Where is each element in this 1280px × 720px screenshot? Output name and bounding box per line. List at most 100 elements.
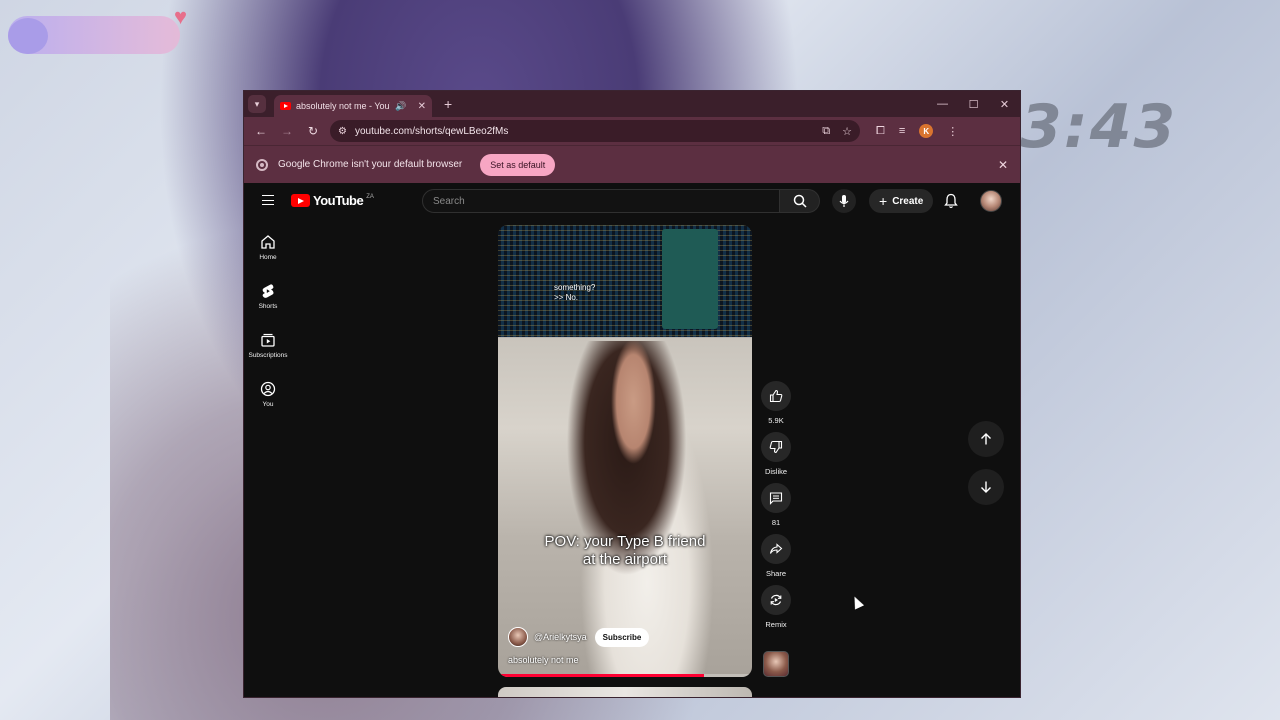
sound-thumbnail[interactable] — [763, 651, 789, 677]
profile-avatar[interactable]: K — [919, 124, 934, 138]
sidebar-item-you[interactable]: You — [244, 370, 292, 419]
arrow-up-icon — [981, 433, 991, 445]
address-bar[interactable]: ⚙ youtube.com/shorts/qewLBeo2fMs ⧉ ☆ — [330, 120, 860, 142]
share-label: Share — [765, 569, 786, 578]
short-title[interactable]: absolutely not me — [508, 655, 579, 665]
tab-title: absolutely not me - YouTube — [296, 101, 390, 111]
sidebar-item-label: Shorts — [258, 303, 278, 310]
comments-button[interactable] — [761, 483, 791, 513]
browser-window: ▾ absolutely not me - YouTube 🔊 ✕ + — ☐ … — [243, 90, 1021, 698]
youtube-logo[interactable]: YouTube ZA — [291, 193, 374, 208]
dislike-button[interactable] — [761, 432, 791, 462]
remix-icon — [770, 594, 782, 606]
omnibox-actions: ⧉ ☆ — [822, 125, 852, 138]
window-controls: — ☐ ✕ — [927, 91, 1020, 117]
media-controls-icon[interactable]: ≡ — [899, 125, 905, 137]
video-progress-fill — [498, 674, 704, 677]
sidebar: Home Shorts Subscriptions You — [244, 223, 292, 419]
tab-search-button[interactable]: ▾ — [248, 95, 266, 113]
home-icon — [261, 235, 275, 249]
forward-button[interactable]: → — [276, 120, 298, 142]
notifications-button[interactable] — [944, 193, 958, 214]
video-caption-line: POV: your Type B friend — [544, 533, 706, 550]
thumbs-down-icon — [769, 440, 783, 454]
channel-info: @Arielkytsya Subscribe — [508, 627, 650, 647]
extensions-icon[interactable]: ⧠ — [876, 125, 885, 138]
plus-icon: + — [879, 193, 888, 209]
chrome-icon — [256, 158, 268, 171]
youtube-logo-text: YouTube — [313, 193, 364, 208]
video-progress-bar[interactable] — [498, 674, 752, 677]
close-window-button[interactable]: ✕ — [989, 91, 1020, 117]
default-browser-infobar: Google Chrome isn't your default browser… — [244, 145, 1020, 183]
close-tab-icon[interactable]: ✕ — [418, 101, 426, 112]
create-button[interactable]: + Create — [869, 189, 934, 213]
channel-avatar[interactable] — [508, 627, 528, 647]
shorts-icon — [262, 284, 274, 298]
youtube-page: YouTube ZA + Create H — [244, 183, 1020, 697]
sidebar-item-shorts[interactable]: Shorts — [244, 272, 292, 321]
video-caption: POV: your Type B friend at the airport — [498, 533, 752, 569]
channel-name[interactable]: @Arielkytsya — [534, 632, 587, 642]
menu-kebab-icon[interactable]: ⋮ — [947, 125, 958, 138]
dislike-action: Dislike — [759, 432, 793, 476]
desktop-clock: 3:43 — [1020, 92, 1178, 162]
menu-icon[interactable] — [262, 195, 274, 205]
search-icon — [793, 194, 807, 208]
microphone-icon — [839, 195, 849, 207]
comment-count: 81 — [771, 518, 781, 527]
sidebar-item-label: Subscriptions — [248, 352, 288, 359]
video-top-subtitle-line: >> No. — [554, 293, 579, 302]
video-caption-line: at the airport — [582, 551, 668, 568]
short-actions: 5.9K Dislike 81 Share Remix — [759, 381, 793, 636]
back-button[interactable]: ← — [250, 120, 272, 142]
voice-search-button[interactable] — [832, 189, 856, 213]
video-frame-sign — [662, 229, 718, 329]
share-button[interactable] — [761, 534, 791, 564]
infobar-close-icon[interactable]: ✕ — [998, 158, 1008, 172]
bell-icon — [944, 193, 958, 209]
tab-active[interactable]: absolutely not me - YouTube 🔊 ✕ — [274, 95, 432, 117]
remix-label: Remix — [765, 620, 787, 629]
like-button[interactable] — [761, 381, 791, 411]
video-top-subtitle: something? >> No. — [554, 283, 595, 303]
youtube-header: YouTube ZA + Create — [244, 183, 1020, 219]
video-top-subtitle-line: something? — [554, 283, 596, 292]
reload-button[interactable]: ↻ — [302, 120, 324, 142]
create-label: Create — [892, 195, 924, 207]
search-box — [422, 189, 780, 213]
account-avatar[interactable] — [980, 190, 1002, 212]
remix-action: Remix — [759, 585, 793, 629]
youtube-logo-icon — [291, 194, 310, 207]
bookmark-star-icon[interactable]: ☆ — [842, 125, 852, 138]
country-code: ZA — [366, 193, 374, 200]
site-info-icon[interactable]: ⚙ — [338, 126, 347, 137]
speaker-icon[interactable]: 🔊 — [395, 101, 406, 112]
youtube-favicon-icon — [280, 102, 291, 110]
short-video-player[interactable]: something? >> No. POV: your Type B frien… — [498, 225, 752, 677]
comment-icon — [769, 492, 783, 505]
search-input[interactable] — [433, 195, 779, 207]
sidebar-item-subscriptions[interactable]: Subscriptions — [244, 321, 292, 370]
next-short-preview[interactable] — [498, 687, 752, 697]
comments-action: 81 — [759, 483, 793, 527]
previous-short-button[interactable] — [968, 421, 1004, 457]
share-action: Share — [759, 534, 793, 578]
minimize-button[interactable]: — — [927, 91, 958, 117]
subscriptions-icon — [261, 333, 275, 347]
next-short-button[interactable] — [968, 469, 1004, 505]
tab-bar: ▾ absolutely not me - YouTube 🔊 ✕ + — ☐ … — [244, 91, 1020, 117]
set-default-button[interactable]: Set as default — [480, 153, 556, 176]
sidebar-item-home[interactable]: Home — [244, 223, 292, 272]
browser-toolbar: ← → ↻ ⚙ youtube.com/shorts/qewLBeo2fMs ⧉… — [244, 117, 1020, 145]
infobar-message: Google Chrome isn't your default browser — [278, 159, 463, 170]
install-app-icon[interactable]: ⧉ — [822, 125, 830, 138]
remix-button[interactable] — [761, 585, 791, 615]
maximize-button[interactable]: ☐ — [958, 91, 989, 117]
search-button[interactable] — [780, 189, 820, 213]
subscribe-button[interactable]: Subscribe — [594, 627, 650, 647]
share-icon — [769, 543, 783, 554]
you-icon — [260, 381, 276, 397]
thumbs-up-icon — [769, 389, 783, 403]
new-tab-button[interactable]: + — [444, 96, 452, 112]
